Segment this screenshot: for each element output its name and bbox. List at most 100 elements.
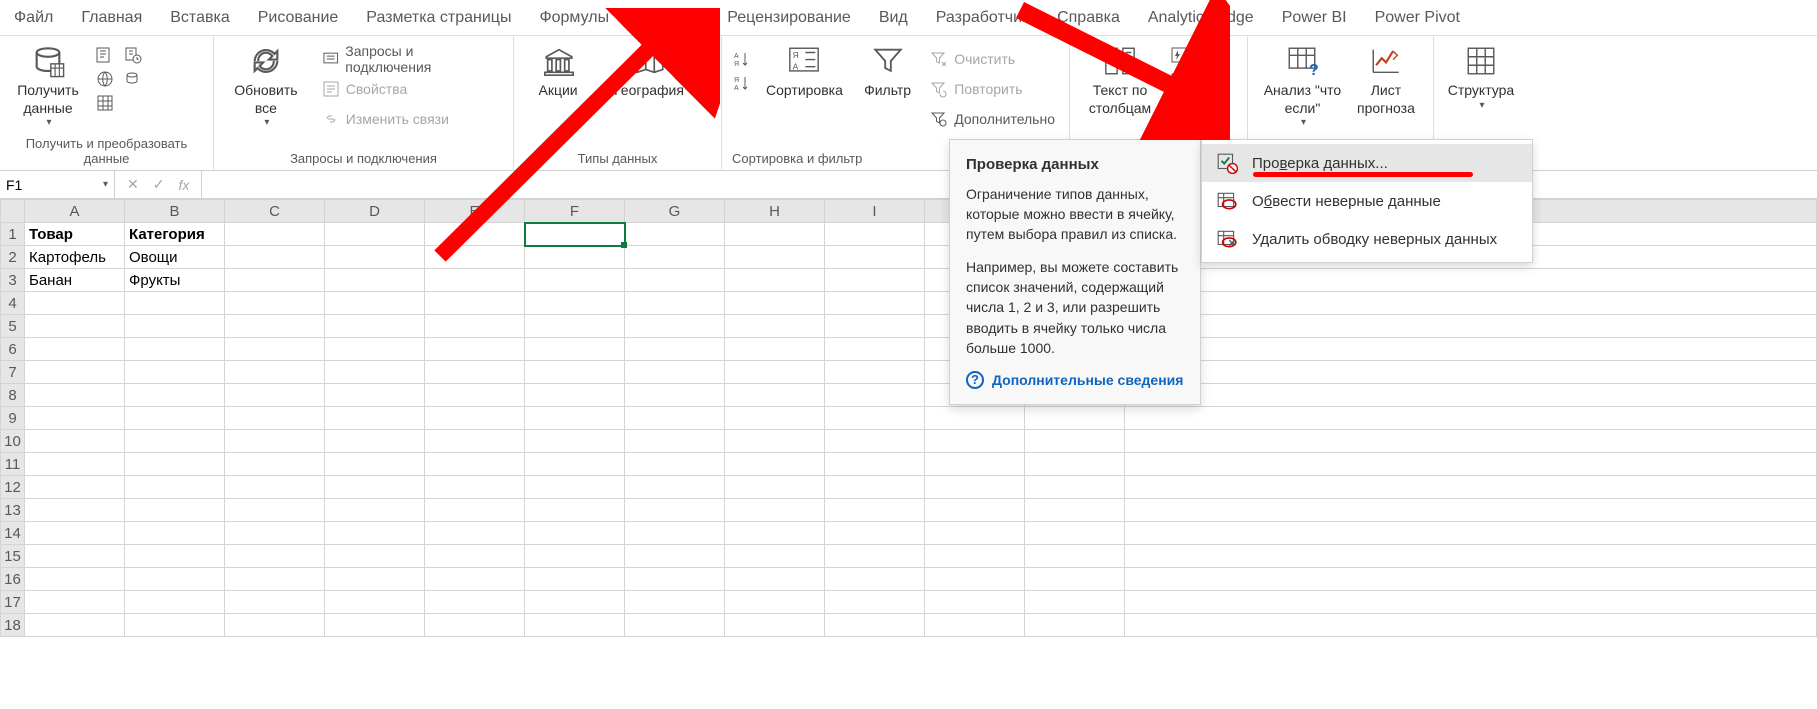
cell-E16[interactable] bbox=[425, 568, 525, 591]
menu-item-рецензирование[interactable]: Рецензирование bbox=[713, 0, 865, 35]
cell-J14[interactable] bbox=[925, 522, 1025, 545]
cell-C2[interactable] bbox=[225, 246, 325, 269]
row-header-18[interactable]: 18 bbox=[1, 614, 25, 637]
scroll-down-icon[interactable]: ▾ bbox=[706, 71, 711, 82]
cell-H1[interactable] bbox=[725, 223, 825, 246]
cell-E10[interactable] bbox=[425, 430, 525, 453]
data-model-icon[interactable] bbox=[1207, 94, 1225, 112]
cell-C17[interactable] bbox=[225, 591, 325, 614]
menu-item-рисование[interactable]: Рисование bbox=[244, 0, 353, 35]
cell-H15[interactable] bbox=[725, 545, 825, 568]
cell-B18[interactable] bbox=[125, 614, 225, 637]
cell-G5[interactable] bbox=[625, 315, 725, 338]
row-header-6[interactable]: 6 bbox=[1, 338, 25, 361]
cell-F3[interactable] bbox=[525, 269, 625, 292]
cell-F7[interactable] bbox=[525, 361, 625, 384]
cell-C4[interactable] bbox=[225, 292, 325, 315]
cell-E7[interactable] bbox=[425, 361, 525, 384]
cell-I12[interactable] bbox=[825, 476, 925, 499]
cell-A8[interactable] bbox=[25, 384, 125, 407]
cell-A14[interactable] bbox=[25, 522, 125, 545]
sort-desc-icon[interactable]: ЯA bbox=[732, 74, 750, 92]
cell-A18[interactable] bbox=[25, 614, 125, 637]
row-header-16[interactable]: 16 bbox=[1, 568, 25, 591]
name-box-input[interactable] bbox=[6, 177, 86, 193]
cell-C16[interactable] bbox=[225, 568, 325, 591]
cell-B9[interactable] bbox=[125, 407, 225, 430]
row-header-5[interactable]: 5 bbox=[1, 315, 25, 338]
cell-extra[interactable] bbox=[1125, 568, 1817, 591]
cell-E4[interactable] bbox=[425, 292, 525, 315]
cell-K14[interactable] bbox=[1025, 522, 1125, 545]
cell-B12[interactable] bbox=[125, 476, 225, 499]
cell-K12[interactable] bbox=[1025, 476, 1125, 499]
column-header-F[interactable]: F bbox=[525, 200, 625, 223]
row-header-13[interactable]: 13 bbox=[1, 499, 25, 522]
advanced-filter-button[interactable]: Дополнительно bbox=[926, 106, 1059, 132]
cell-extra[interactable] bbox=[1125, 430, 1817, 453]
sort-button[interactable]: ЯA Сортировка bbox=[760, 42, 849, 100]
cell-D8[interactable] bbox=[325, 384, 425, 407]
spreadsheet-grid[interactable]: ABCDEFGHIJK1ТоварКатегория2КартофельОвощ… bbox=[0, 199, 1817, 637]
cell-E8[interactable] bbox=[425, 384, 525, 407]
cell-E15[interactable] bbox=[425, 545, 525, 568]
cell-E2[interactable] bbox=[425, 246, 525, 269]
cell-G15[interactable] bbox=[625, 545, 725, 568]
cell-K11[interactable] bbox=[1025, 453, 1125, 476]
cell-I4[interactable] bbox=[825, 292, 925, 315]
cell-B17[interactable] bbox=[125, 591, 225, 614]
cell-G16[interactable] bbox=[625, 568, 725, 591]
cell-H4[interactable] bbox=[725, 292, 825, 315]
select-all-corner[interactable] bbox=[1, 200, 25, 223]
cell-extra[interactable] bbox=[1125, 338, 1817, 361]
cell-H11[interactable] bbox=[725, 453, 825, 476]
cell-I3[interactable] bbox=[825, 269, 925, 292]
cell-J17[interactable] bbox=[925, 591, 1025, 614]
cell-D12[interactable] bbox=[325, 476, 425, 499]
cell-B16[interactable] bbox=[125, 568, 225, 591]
cell-F17[interactable] bbox=[525, 591, 625, 614]
cell-extra[interactable] bbox=[1125, 269, 1817, 292]
cell-B4[interactable] bbox=[125, 292, 225, 315]
cell-J18[interactable] bbox=[925, 614, 1025, 637]
cell-F12[interactable] bbox=[525, 476, 625, 499]
cell-I17[interactable] bbox=[825, 591, 925, 614]
column-header-C[interactable]: C bbox=[225, 200, 325, 223]
stocks-button[interactable]: Акции bbox=[524, 42, 594, 100]
cell-A17[interactable] bbox=[25, 591, 125, 614]
cell-F6[interactable] bbox=[525, 338, 625, 361]
row-header-1[interactable]: 1 bbox=[1, 223, 25, 246]
column-header-I[interactable]: I bbox=[825, 200, 925, 223]
column-header-E[interactable]: E bbox=[425, 200, 525, 223]
menu-item-вид[interactable]: Вид bbox=[865, 0, 922, 35]
cell-F8[interactable] bbox=[525, 384, 625, 407]
menu-item-файл[interactable]: Файл bbox=[0, 0, 67, 35]
scroll-up-icon[interactable]: ▴ bbox=[706, 42, 711, 53]
cell-K15[interactable] bbox=[1025, 545, 1125, 568]
row-header-2[interactable]: 2 bbox=[1, 246, 25, 269]
cell-K17[interactable] bbox=[1025, 591, 1125, 614]
menu-item-power-bi[interactable]: Power BI bbox=[1268, 0, 1361, 35]
cell-K13[interactable] bbox=[1025, 499, 1125, 522]
menu-item-главная[interactable]: Главная bbox=[67, 0, 156, 35]
cell-I16[interactable] bbox=[825, 568, 925, 591]
cell-A12[interactable] bbox=[25, 476, 125, 499]
chevron-down-icon[interactable]: ▾ bbox=[1192, 98, 1197, 109]
remove-duplicates-icon[interactable] bbox=[1170, 70, 1188, 88]
cell-A16[interactable] bbox=[25, 568, 125, 591]
row-header-8[interactable]: 8 bbox=[1, 384, 25, 407]
cell-B10[interactable] bbox=[125, 430, 225, 453]
cell-extra[interactable] bbox=[1125, 361, 1817, 384]
cell-I14[interactable] bbox=[825, 522, 925, 545]
cell-F16[interactable] bbox=[525, 568, 625, 591]
cell-I1[interactable] bbox=[825, 223, 925, 246]
from-table-icon[interactable] bbox=[96, 94, 114, 112]
cell-H14[interactable] bbox=[725, 522, 825, 545]
cell-A6[interactable] bbox=[25, 338, 125, 361]
consolidate-icon[interactable] bbox=[1207, 46, 1225, 64]
row-header-15[interactable]: 15 bbox=[1, 545, 25, 568]
cell-G9[interactable] bbox=[625, 407, 725, 430]
outline-button[interactable]: Структура ▾ bbox=[1444, 42, 1518, 112]
dropdown-item-clear-circles[interactable]: Удалить обводку неверных данных bbox=[1202, 220, 1532, 258]
cell-F15[interactable] bbox=[525, 545, 625, 568]
